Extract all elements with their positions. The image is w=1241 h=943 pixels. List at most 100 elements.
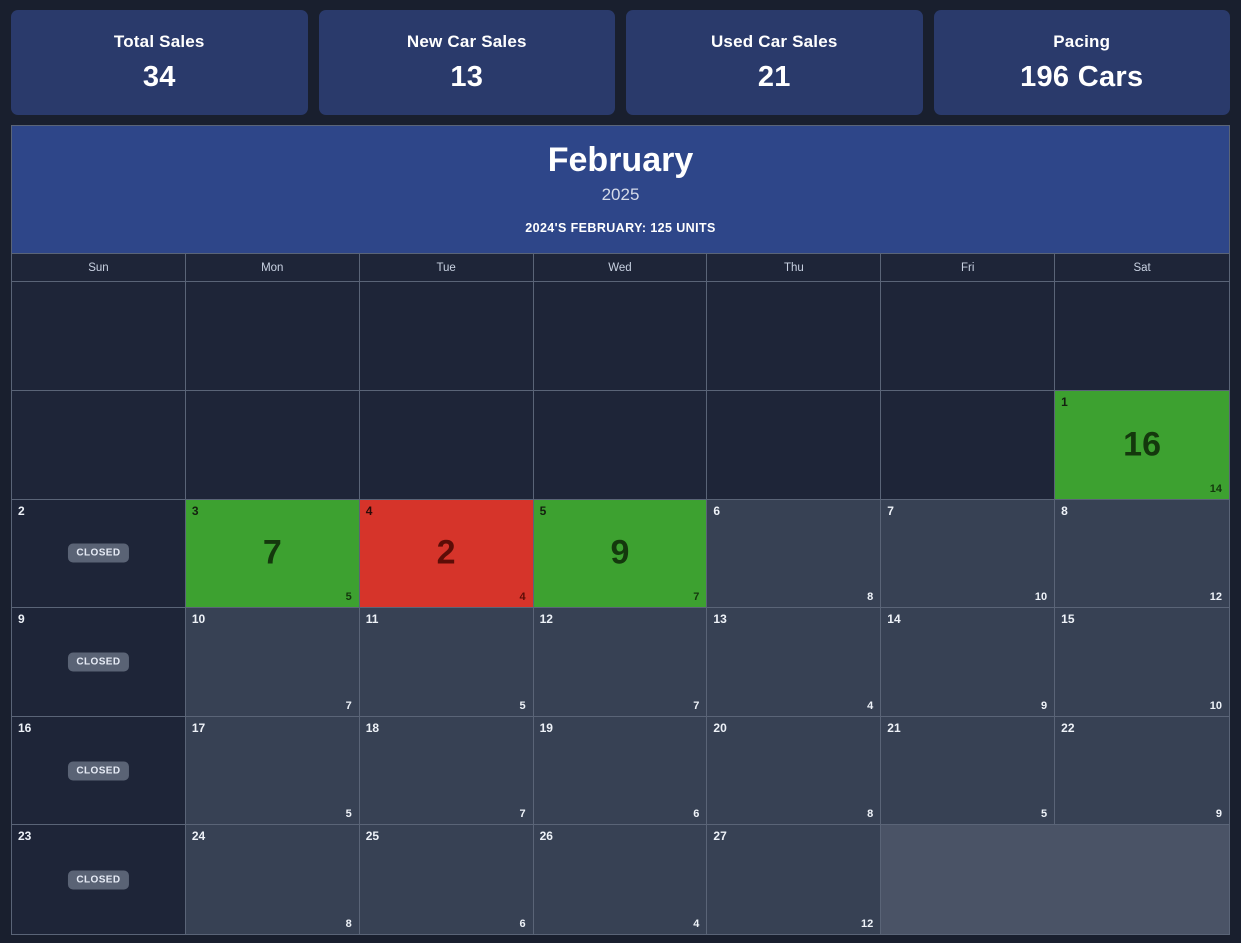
dashboard-page: Total Sales 34 New Car Sales 13 Used Car Sal…	[0, 0, 1241, 943]
day-cell[interactable]: 27 12	[707, 825, 882, 935]
kpi-value: 13	[450, 60, 484, 93]
calendar-header: February 2025 2024'S FEBRUARY: 125 UNITS	[12, 126, 1229, 254]
kpi-card[interactable]: Total Sales 34	[11, 10, 308, 115]
kpi-label: Used Car Sales	[710, 31, 838, 51]
day-goal-value: 7	[345, 699, 352, 712]
day-cell[interactable]: 11 5	[359, 608, 534, 717]
week-row: 9 CLOSED 10 7 11 5 12 7 13 4 14 9 15 10	[12, 608, 1229, 717]
empty-cell	[881, 391, 1056, 500]
day-cell[interactable]: 7 10	[881, 499, 1056, 609]
week-row: 16 CLOSED 17 5 18 7 19 6 20 8 21 5 22 9	[12, 716, 1229, 826]
day-number: 16	[18, 720, 32, 735]
day-sales-total: 9	[610, 533, 630, 572]
day-number: 26	[539, 829, 553, 844]
empty-cell	[12, 391, 186, 500]
day-cell[interactable]: 68	[707, 499, 882, 609]
day-cell[interactable]: 2 CLOSED	[12, 499, 186, 609]
day-cell[interactable]: 20 8	[707, 716, 882, 826]
day-cell[interactable]: 8 12	[1055, 499, 1229, 609]
calendar-year: 2025	[601, 185, 640, 205]
empty-cell	[359, 391, 534, 500]
week-row: 2 CLOSED 3 7 5 4 2 4 5 9 7 6 8 7 10 8 12	[12, 499, 1229, 609]
calendar-month-title: February	[547, 141, 694, 179]
day-number: 12	[539, 612, 553, 627]
trailing-filler-cell	[1055, 825, 1229, 935]
day-sales-total: 7	[262, 533, 282, 572]
kpi-row: Total Sales 34 New Car Sales 13 Used Car Sal…	[11, 10, 1230, 115]
weekday-header-mon: Mon	[185, 253, 360, 283]
kpi-value: 196 Cars	[1020, 60, 1144, 93]
day-goal-value: 12	[1209, 591, 1222, 604]
day-goal-value: 5	[345, 808, 352, 821]
day-number: 3	[191, 503, 199, 518]
closed-badge: CLOSED	[68, 870, 129, 890]
day-number: 22	[1061, 720, 1075, 735]
day-goal-value: 7	[519, 808, 526, 821]
day-number: 18	[365, 720, 380, 735]
day-goal-value: 5	[345, 591, 352, 604]
day-goal-value: 6	[519, 918, 526, 931]
day-cell[interactable]: 24 8	[185, 825, 360, 935]
day-cell[interactable]: 16 CLOSED	[12, 716, 186, 826]
day-cell[interactable]: 21 5	[881, 716, 1056, 826]
day-cell[interactable]: 9 CLOSED	[12, 608, 186, 717]
weekday-header-row: Sun Mon Tue Wed Thu Fri Sat	[12, 253, 1229, 283]
day-cell[interactable]: 19 6	[533, 716, 708, 826]
calendar-week-rows: 1 16 14 2 CLOSED 3 7 5 4 2 4 5 9 7 6 8 7 10 8 12 9 CLOSED 10 7 1…	[12, 282, 1229, 935]
day-goal-value: 4	[519, 591, 526, 604]
kpi-card[interactable]: Used Car Sales 21	[626, 10, 923, 115]
day-number: 2	[18, 503, 25, 518]
day-number: 25	[365, 829, 380, 844]
day-number: 20	[713, 720, 727, 735]
day-goal-value: 10	[1209, 699, 1222, 712]
day-goal-value: 7	[693, 699, 700, 712]
sales-calendar: February 2025 2024'S FEBRUARY: 125 UNITS…	[11, 125, 1230, 935]
day-number: 7	[887, 503, 894, 518]
day-cell[interactable]: 3 7 5	[185, 499, 360, 609]
kpi-card[interactable]: Pacing 196 Cars	[933, 10, 1230, 115]
weekday-header-thu: Thu	[707, 253, 882, 283]
day-number: 8	[1061, 503, 1068, 518]
closed-badge: CLOSED	[68, 761, 129, 781]
day-goal-value: 10	[1034, 591, 1048, 604]
day-number: 23	[18, 829, 32, 844]
weekday-header-sun: Sun	[12, 253, 186, 283]
weekday-header-tue: Tue	[359, 253, 534, 283]
kpi-value: 34	[142, 60, 176, 93]
day-cell[interactable]: 26 4	[533, 825, 708, 935]
empty-cell	[707, 282, 882, 391]
day-goal-value: 8	[345, 918, 352, 931]
day-number: 14	[887, 612, 901, 627]
empty-cell	[533, 282, 708, 391]
day-cell[interactable]: 12 7	[533, 608, 708, 717]
day-cell[interactable]: 22 9	[1055, 716, 1229, 826]
day-number: 21	[887, 720, 901, 735]
week-row: 23 CLOSED 24 8 25 6 26 4 27 12	[12, 825, 1229, 935]
kpi-card[interactable]: New Car Sales 13	[318, 10, 615, 115]
day-goal-value: 9	[1215, 808, 1222, 821]
day-cell[interactable]: 25 6	[359, 825, 534, 935]
day-cell[interactable]: 15 10	[1055, 608, 1229, 717]
day-cell[interactable]: 18 7	[359, 716, 534, 826]
weekday-header-sat: Sat	[1055, 253, 1229, 283]
day-goal-value: 9	[1041, 699, 1048, 712]
day-goal-value: 4	[867, 699, 874, 712]
day-cell[interactable]: 1 16 14	[1055, 391, 1229, 500]
day-number: 4	[365, 503, 373, 518]
kpi-value: 21	[757, 60, 791, 93]
week-row	[12, 282, 1229, 391]
day-goal-value: 12	[861, 918, 874, 931]
day-goal-value: 8	[867, 808, 874, 821]
day-cell[interactable]: 10 7	[185, 608, 360, 717]
day-cell[interactable]: 17 5	[185, 716, 360, 826]
day-goal-value: 5	[1041, 808, 1048, 821]
day-cell[interactable]: 14 9	[881, 608, 1056, 717]
calendar-prior-year-note: 2024'S FEBRUARY: 125 UNITS	[525, 221, 716, 236]
day-cell[interactable]: 23 CLOSED	[12, 825, 186, 935]
day-goal-value: 7	[693, 591, 700, 604]
day-number: 15	[1061, 612, 1075, 627]
day-cell[interactable]: 5 9 7	[533, 499, 708, 609]
day-cell[interactable]: 4 2 4	[359, 499, 534, 609]
day-number: 13	[713, 612, 727, 627]
day-cell[interactable]: 13 4	[707, 608, 882, 717]
